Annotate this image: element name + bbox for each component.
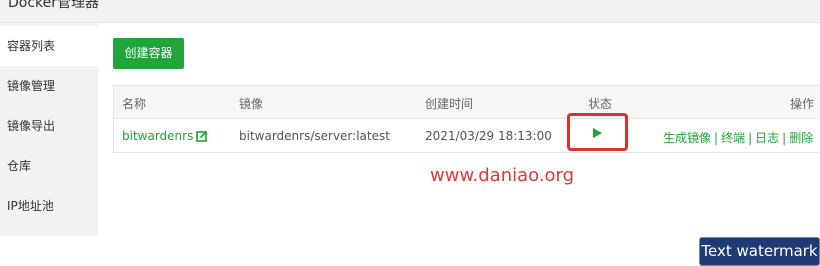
container-name-link[interactable]: bitwardenrs <box>122 129 193 143</box>
text-watermark-badge: Text watermark <box>699 237 820 266</box>
site-watermark: www.daniao.org <box>430 165 575 186</box>
sidebar-item-repository[interactable]: 仓库 <box>0 146 98 186</box>
window-title: Docker管理器 <box>8 0 100 11</box>
container-image-cell: bitwardenrs/server:latest <box>239 129 390 143</box>
action-logs[interactable]: 日志 <box>755 131 779 145</box>
header-name: 名称 <box>122 97 147 111</box>
container-table: 名称 镜像 创建时间 状态 操作 bitwardenrs bitwardenrs… <box>113 85 820 153</box>
container-name-cell: bitwardenrs <box>122 129 208 145</box>
sidebar-item-image-management[interactable]: 镜像管理 <box>0 66 98 106</box>
header-image: 镜像 <box>239 97 264 111</box>
title-bar: Docker管理器 <box>0 0 820 23</box>
header-actions: 操作 <box>790 97 815 111</box>
container-created-cell: 2021/03/29 18:13:00 <box>425 129 552 143</box>
action-terminal[interactable]: 终端 <box>721 131 745 145</box>
action-separator: | <box>782 131 787 145</box>
sidebar: 容器列表 镜像管理 镜像导出 仓库 IP地址池 <box>0 23 98 236</box>
header-created: 创建时间 <box>425 97 474 111</box>
sidebar-item-image-export[interactable]: 镜像导出 <box>0 106 98 146</box>
table-row: bitwardenrs bitwardenrs/server:latest 20… <box>114 119 820 152</box>
sidebar-item-ip-pool[interactable]: IP地址池 <box>0 186 98 226</box>
action-delete[interactable]: 删除 <box>789 131 813 145</box>
sidebar-item-container-list[interactable]: 容器列表 <box>0 26 98 66</box>
header-status: 状态 <box>588 97 613 111</box>
edit-icon[interactable] <box>196 130 208 145</box>
create-container-button[interactable]: 创建容器 <box>113 38 184 69</box>
action-separator: | <box>748 131 753 145</box>
table-header: 名称 镜像 创建时间 状态 操作 <box>114 86 820 119</box>
action-separator: | <box>714 131 719 145</box>
container-actions-cell: 生成镜像 | 终端 | 日志 | 删除 <box>663 129 813 146</box>
play-icon[interactable] <box>593 128 602 138</box>
action-generate-image[interactable]: 生成镜像 <box>663 131 711 145</box>
